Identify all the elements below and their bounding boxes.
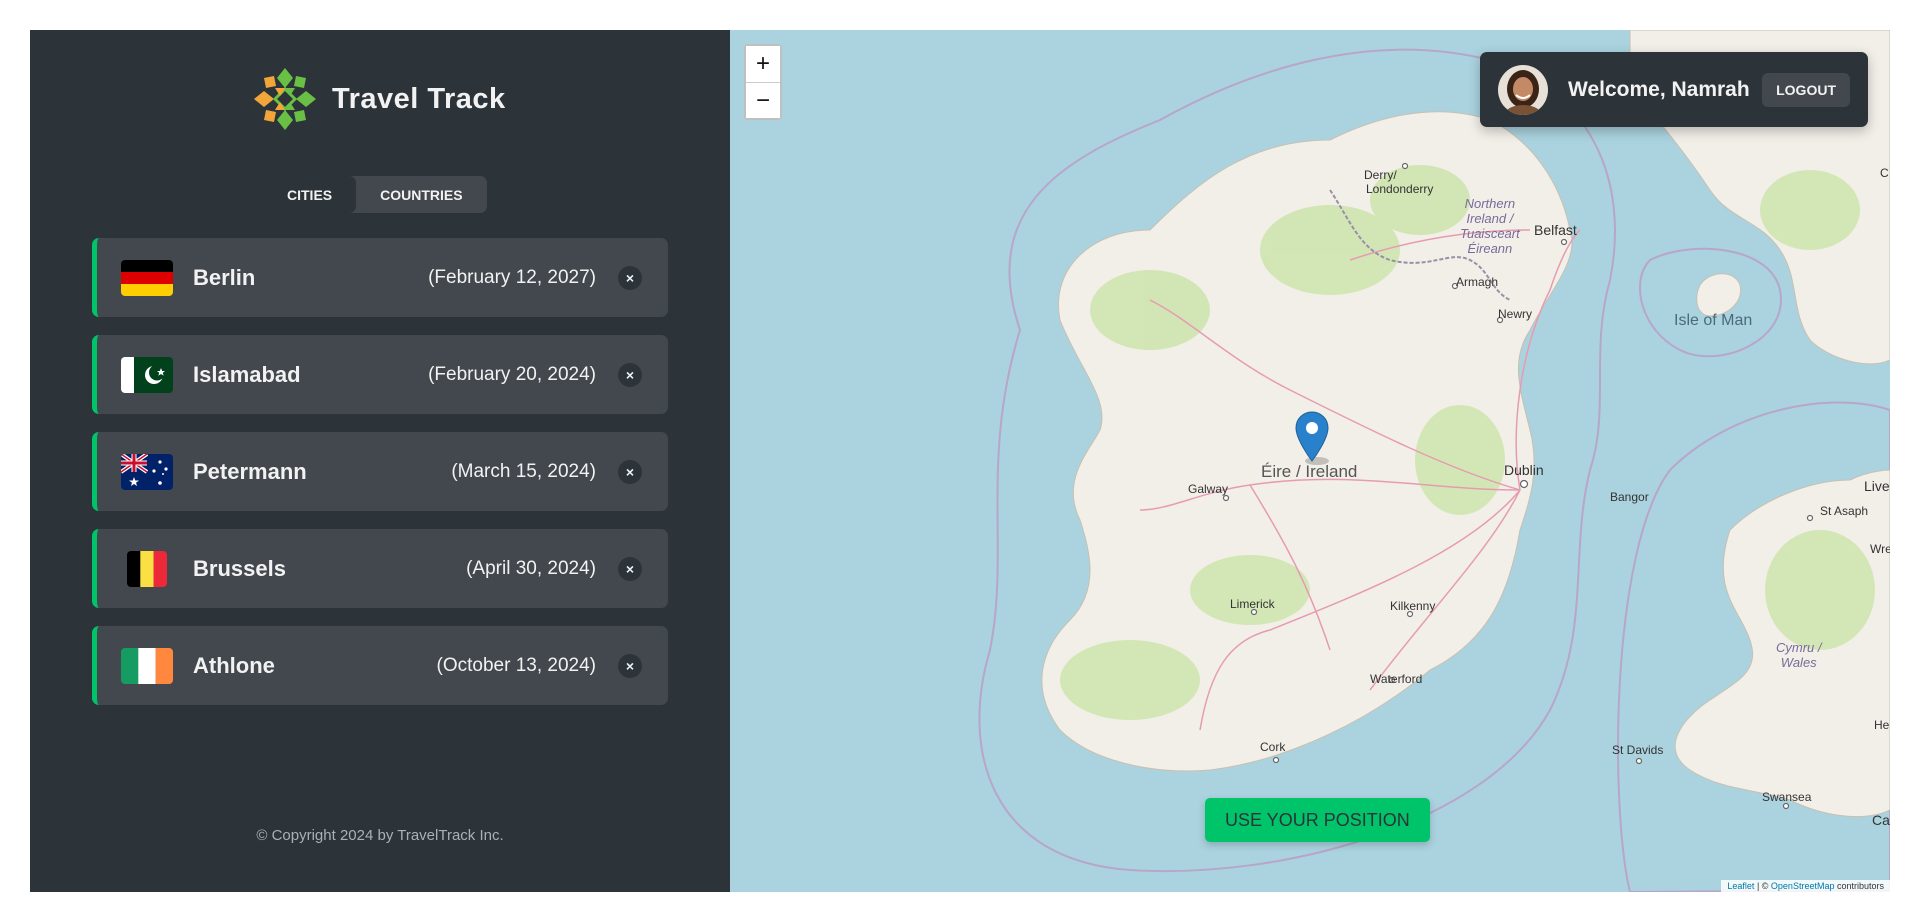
user-panel: Welcome, Namrah LOGOUT [1480,52,1868,127]
map-label-cork: Cork [1260,740,1286,754]
city-date: (October 13, 2024) [436,654,596,676]
attribution-separator: | © [1754,881,1771,891]
zoom-in-button[interactable]: + [746,46,780,82]
delete-city-button[interactable]: × [618,459,642,484]
city-item-athlone[interactable]: Athlone (October 13, 2024) × [92,626,668,705]
map-label-galway: Galway [1188,482,1229,496]
city-item-berlin[interactable]: Berlin (February 12, 2027) × [92,238,668,317]
delete-city-button[interactable]: × [618,653,642,678]
pakistan-flag-icon [121,356,173,393]
tab-cities[interactable]: CITIES [263,176,357,213]
attribution-suffix: contributors [1834,881,1884,891]
zoom-control: + − [744,44,782,120]
copyright: © Copyright 2024 by TravelTrack Inc. [256,827,504,844]
map-label-cardiff: Cardi [1872,812,1890,828]
ireland-flag-icon [121,647,173,684]
app-container: Travel Track CITIES COUNTRIES Berlin (Fe… [30,30,1890,892]
city-name: Petermann [193,458,307,484]
logout-button[interactable]: LOGOUT [1762,72,1850,107]
city-date: (February 20, 2024) [428,363,596,385]
city-item-petermann[interactable]: Petermann (March 15, 2024) × [92,432,668,511]
osm-link[interactable]: OpenStreetMap [1771,881,1835,891]
avatar[interactable] [1498,64,1548,115]
city-name: Brussels [193,555,286,581]
delete-city-button[interactable]: × [618,556,642,581]
zoom-out-button[interactable]: − [746,82,780,118]
map-label-swansea: Swansea [1762,790,1812,804]
city-name: Berlin [193,264,256,290]
sidebar: Travel Track CITIES COUNTRIES Berlin (Fe… [30,30,730,892]
map-label-isle-of-man: Isle of Man [1674,312,1753,329]
map[interactable]: Éire / Ireland Derry/ Londonderry Northe… [730,30,1890,892]
map-attribution: Leaflet | © OpenStreetMap contributors [1721,880,1890,892]
city-name: Islamabad [193,361,301,387]
tab-countries[interactable]: COUNTRIES [356,176,486,213]
map-label-wales: Cymru / Wales [1776,640,1822,670]
logo-icon [254,68,316,130]
map-label-wrexham: Wre [1870,542,1890,556]
city-date: (February 12, 2027) [428,266,596,288]
map-label-hereford: He [1874,718,1890,732]
use-position-button[interactable]: USE YOUR POSITION [1205,798,1430,842]
map-label-st-davids: St Davids [1612,743,1664,757]
map-label-derry: Derry/ [1364,168,1397,182]
city-name: Athlone [193,652,275,678]
map-label-bangor: Bangor [1610,490,1649,504]
map-label-kilkenny: Kilkenny [1390,599,1436,613]
map-label-londonderry: Londonderry [1366,182,1434,196]
city-item-islamabad[interactable]: Islamabad (February 20, 2024) × [92,335,668,414]
map-label-st-asaph: St Asaph [1820,504,1869,518]
brand-name: Travel Track [332,82,506,115]
map-label-armagh: Armagh [1456,275,1499,289]
city-list: Berlin (February 12, 2027) × Islamabad (… [92,238,668,723]
australia-flag-icon [121,453,173,490]
map-label-c: C [1880,166,1889,180]
delete-city-button[interactable]: × [618,265,642,290]
map-label-liverpool: Live [1864,478,1890,494]
germany-flag-icon [121,259,173,296]
welcome-text: Welcome, Namrah [1568,77,1750,101]
map-label-waterford: Waterford [1370,672,1423,686]
view-tabs: CITIES COUNTRIES [263,176,487,213]
delete-city-button[interactable]: × [618,362,642,387]
city-item-brussels[interactable]: Brussels (April 30, 2024) × [92,529,668,608]
map-label-belfast: Belfast [1534,222,1577,238]
map-label-northern-ireland: Northern Ireland / Tuaisceart Éireann [1460,196,1520,256]
belgium-flag-icon [127,550,167,587]
map-marker-icon[interactable] [1295,411,1329,470]
city-date: (March 15, 2024) [451,460,596,482]
map-label-dublin: Dublin [1504,462,1544,478]
map-label-newry: Newry [1498,307,1533,321]
logo[interactable]: Travel Track [252,66,506,132]
leaflet-link[interactable]: Leaflet [1727,881,1754,891]
map-label-limerick: Limerick [1230,597,1275,611]
city-date: (April 30, 2024) [466,557,596,579]
